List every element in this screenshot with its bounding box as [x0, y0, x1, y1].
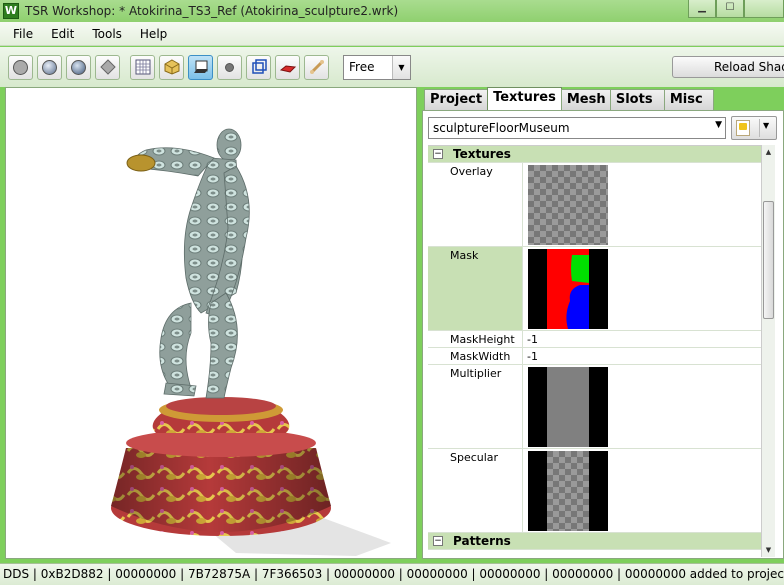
property-row-multiplier[interactable]: Multiplier	[428, 365, 761, 449]
property-row-maskwidth[interactable]: MaskWidth -1	[428, 348, 761, 365]
chevron-down-icon: ▼	[715, 120, 722, 130]
property-grid-scrollbar[interactable]: ▲ ▼	[761, 145, 775, 557]
window-title: TSR Workshop: * Atokirina_TS3_Ref (Atoki…	[25, 4, 399, 18]
collapse-icon[interactable]: −	[433, 536, 443, 546]
tab-project[interactable]: Project	[424, 89, 489, 110]
shading-wire-button[interactable]	[95, 54, 120, 80]
property-row-mask[interactable]: Mask	[428, 247, 761, 331]
maximize-button[interactable]: ☐	[716, 0, 744, 18]
property-name: Multiplier	[428, 365, 523, 448]
category-label: Patterns	[453, 534, 511, 548]
tab-slots[interactable]: Slots	[609, 89, 665, 110]
property-value[interactable]: -1	[523, 331, 761, 347]
property-value[interactable]	[523, 163, 761, 246]
bounding-box-button[interactable]	[246, 54, 271, 80]
tab-strip: Project Textures Mesh Slots Misc	[424, 87, 714, 110]
tab-misc[interactable]: Misc	[663, 89, 714, 110]
property-row-maskheight[interactable]: MaskHeight -1	[428, 331, 761, 348]
property-name: Overlay	[428, 163, 523, 246]
shader-select-value: sculptureFloorMuseum	[433, 121, 570, 135]
app-icon: W	[3, 3, 19, 19]
floor-icon	[193, 60, 208, 73]
property-value[interactable]: -1	[523, 348, 761, 364]
overlay-texture-thumbnail	[528, 165, 608, 245]
category-label: Textures	[453, 147, 511, 161]
shading-flat-button[interactable]	[8, 54, 33, 80]
shader-select[interactable]: sculptureFloorMuseum ▼	[428, 117, 726, 139]
new-document-icon	[736, 120, 750, 136]
cube-blue-icon	[251, 59, 267, 74]
category-textures[interactable]: − Textures	[428, 146, 761, 163]
sphere-flat-icon	[13, 59, 28, 75]
property-row-specular[interactable]: Specular	[428, 449, 761, 533]
reload-shaders-button[interactable]: Reload Shaders	[672, 56, 784, 78]
menu-file[interactable]: File	[0, 22, 42, 46]
cube-gold-icon	[164, 59, 179, 75]
property-name: MaskHeight	[428, 331, 523, 347]
3d-viewport[interactable]	[5, 87, 417, 559]
bone-tool-button[interactable]	[304, 54, 329, 80]
menu-bar: File Edit Tools Help	[0, 22, 784, 46]
status-bar: DDS | 0xB2D882 | 00000000 | 7B72875A | 7…	[0, 563, 784, 585]
property-value[interactable]	[523, 449, 761, 532]
toolbar: Free ▼ Reload Shaders	[0, 47, 784, 87]
sculpture-preview	[111, 128, 391, 556]
scroll-down-icon[interactable]: ▼	[762, 543, 775, 557]
window-controls: ▁ ☐	[688, 0, 784, 18]
shadow-toggle-button[interactable]	[275, 54, 300, 80]
grid-icon	[135, 59, 150, 75]
category-patterns[interactable]: − Patterns	[428, 533, 761, 550]
close-button[interactable]	[744, 0, 784, 18]
camera-mode-select[interactable]: Free ▼	[343, 54, 411, 80]
menu-edit[interactable]: Edit	[42, 22, 83, 46]
diamond-icon	[99, 59, 116, 75]
chevron-down-icon: ▼	[392, 55, 410, 79]
property-name: MaskWidth	[428, 348, 523, 364]
bones-toggle-button[interactable]	[159, 54, 184, 80]
scrollbar-thumb[interactable]	[763, 201, 774, 319]
scroll-up-icon[interactable]: ▲	[762, 145, 775, 159]
tab-mesh[interactable]: Mesh	[560, 89, 611, 110]
floor-toggle-button[interactable]	[188, 54, 213, 80]
minimize-button[interactable]: ▁	[688, 0, 716, 18]
tab-textures[interactable]: Textures	[487, 87, 562, 110]
light-toggle-button[interactable]	[217, 54, 242, 80]
shading-smooth-button[interactable]	[37, 54, 62, 80]
new-shader-button[interactable]: ▼	[731, 116, 777, 140]
property-name: Specular	[428, 449, 523, 532]
dot-icon	[225, 62, 234, 72]
specular-texture-thumbnail	[528, 451, 608, 531]
property-name: Mask	[428, 247, 523, 330]
textures-tab-content: sculptureFloorMuseum ▼ ▼ − Textures Over…	[422, 110, 784, 559]
red-plate-icon	[279, 65, 296, 73]
property-value[interactable]	[523, 247, 761, 330]
menu-help[interactable]: Help	[131, 22, 176, 46]
shading-textured-button[interactable]	[66, 54, 91, 80]
multiplier-texture-thumbnail	[528, 367, 608, 447]
grid-toggle-button[interactable]	[130, 54, 155, 80]
menu-tools[interactable]: Tools	[83, 22, 131, 46]
property-row-overlay[interactable]: Overlay	[428, 163, 761, 247]
title-bar: W TSR Workshop: * Atokirina_TS3_Ref (Ato…	[0, 0, 784, 22]
property-value[interactable]	[523, 365, 761, 448]
sphere-textured-icon	[71, 59, 86, 75]
collapse-icon[interactable]: −	[433, 149, 443, 159]
property-grid: − Textures Overlay Mask MaskHeight -1 Ma…	[428, 145, 761, 557]
chevron-down-icon: ▼	[763, 121, 770, 130]
properties-panel: Project Textures Mesh Slots Misc sculptu…	[422, 87, 784, 559]
bone-icon	[309, 60, 324, 74]
mask-texture-thumbnail	[528, 249, 608, 329]
sphere-smooth-icon	[42, 59, 57, 75]
camera-mode-value: Free	[349, 60, 375, 74]
